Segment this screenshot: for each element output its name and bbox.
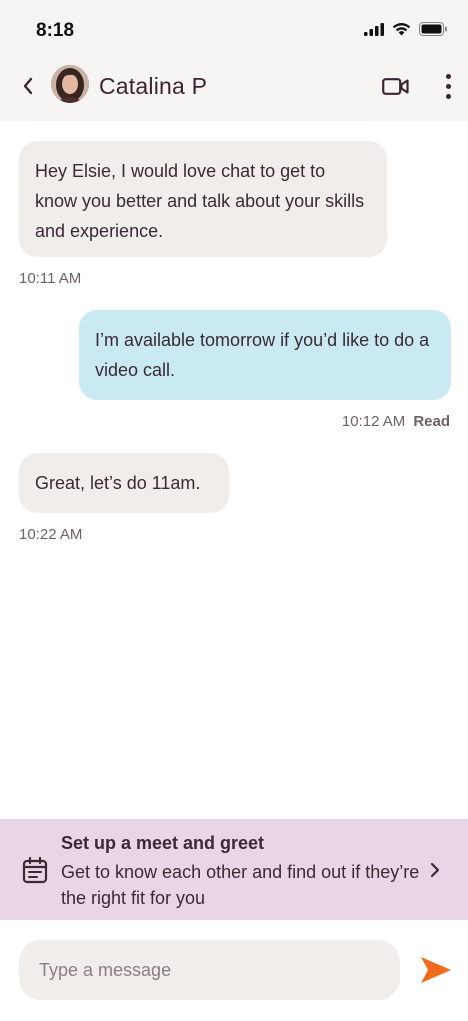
video-call-button[interactable]: [380, 72, 410, 100]
meet-banner-title: Set up a meet and greet: [61, 833, 265, 853]
read-receipt: Read: [413, 413, 450, 430]
message-input[interactable]: [19, 940, 400, 1000]
chevron-left-icon: [23, 77, 33, 95]
contact-name[interactable]: Catalina P: [99, 73, 207, 100]
calendar-icon: [22, 856, 48, 884]
meet-and-greet-banner[interactable]: Set up a meet and greet Get to know each…: [0, 819, 468, 920]
more-dot-icon: [445, 93, 451, 99]
status-time: 8:18: [36, 20, 75, 41]
battery-icon: [419, 22, 447, 36]
message-timestamp: 10:11 AM: [19, 270, 82, 287]
status-bar: 8:18: [0, 0, 468, 60]
back-button[interactable]: [16, 72, 40, 100]
more-options-button[interactable]: [440, 68, 456, 104]
chat-header: Catalina P: [0, 60, 468, 121]
message-bubble-incoming[interactable]: Great, let’s do 11am.: [19, 453, 229, 513]
video-camera-icon: [381, 77, 409, 95]
status-icons: [364, 22, 448, 36]
meet-banner-description: Get to know each other and find out if t…: [61, 862, 420, 908]
avatar[interactable]: [51, 65, 89, 103]
more-dot-icon: [445, 83, 451, 89]
message-timestamp: 10:22 AM: [19, 526, 83, 543]
more-dot-icon: [445, 73, 451, 79]
signal-icon: [364, 22, 384, 36]
message-bubble-outgoing[interactable]: I’m available tomorrow if you’d like to …: [79, 310, 451, 400]
message-composer: [0, 920, 468, 1021]
send-button[interactable]: [416, 952, 456, 988]
wifi-icon: [392, 23, 411, 36]
message-meta: 10:12 AM Read: [342, 413, 450, 430]
message-timestamp: 10:12 AM: [341, 413, 406, 430]
send-icon: [421, 957, 451, 983]
contact-photo: [51, 65, 89, 103]
message-bubble-incoming[interactable]: Hey Elsie, I would love chat to get to k…: [19, 141, 387, 257]
chevron-right-icon: [426, 859, 444, 881]
